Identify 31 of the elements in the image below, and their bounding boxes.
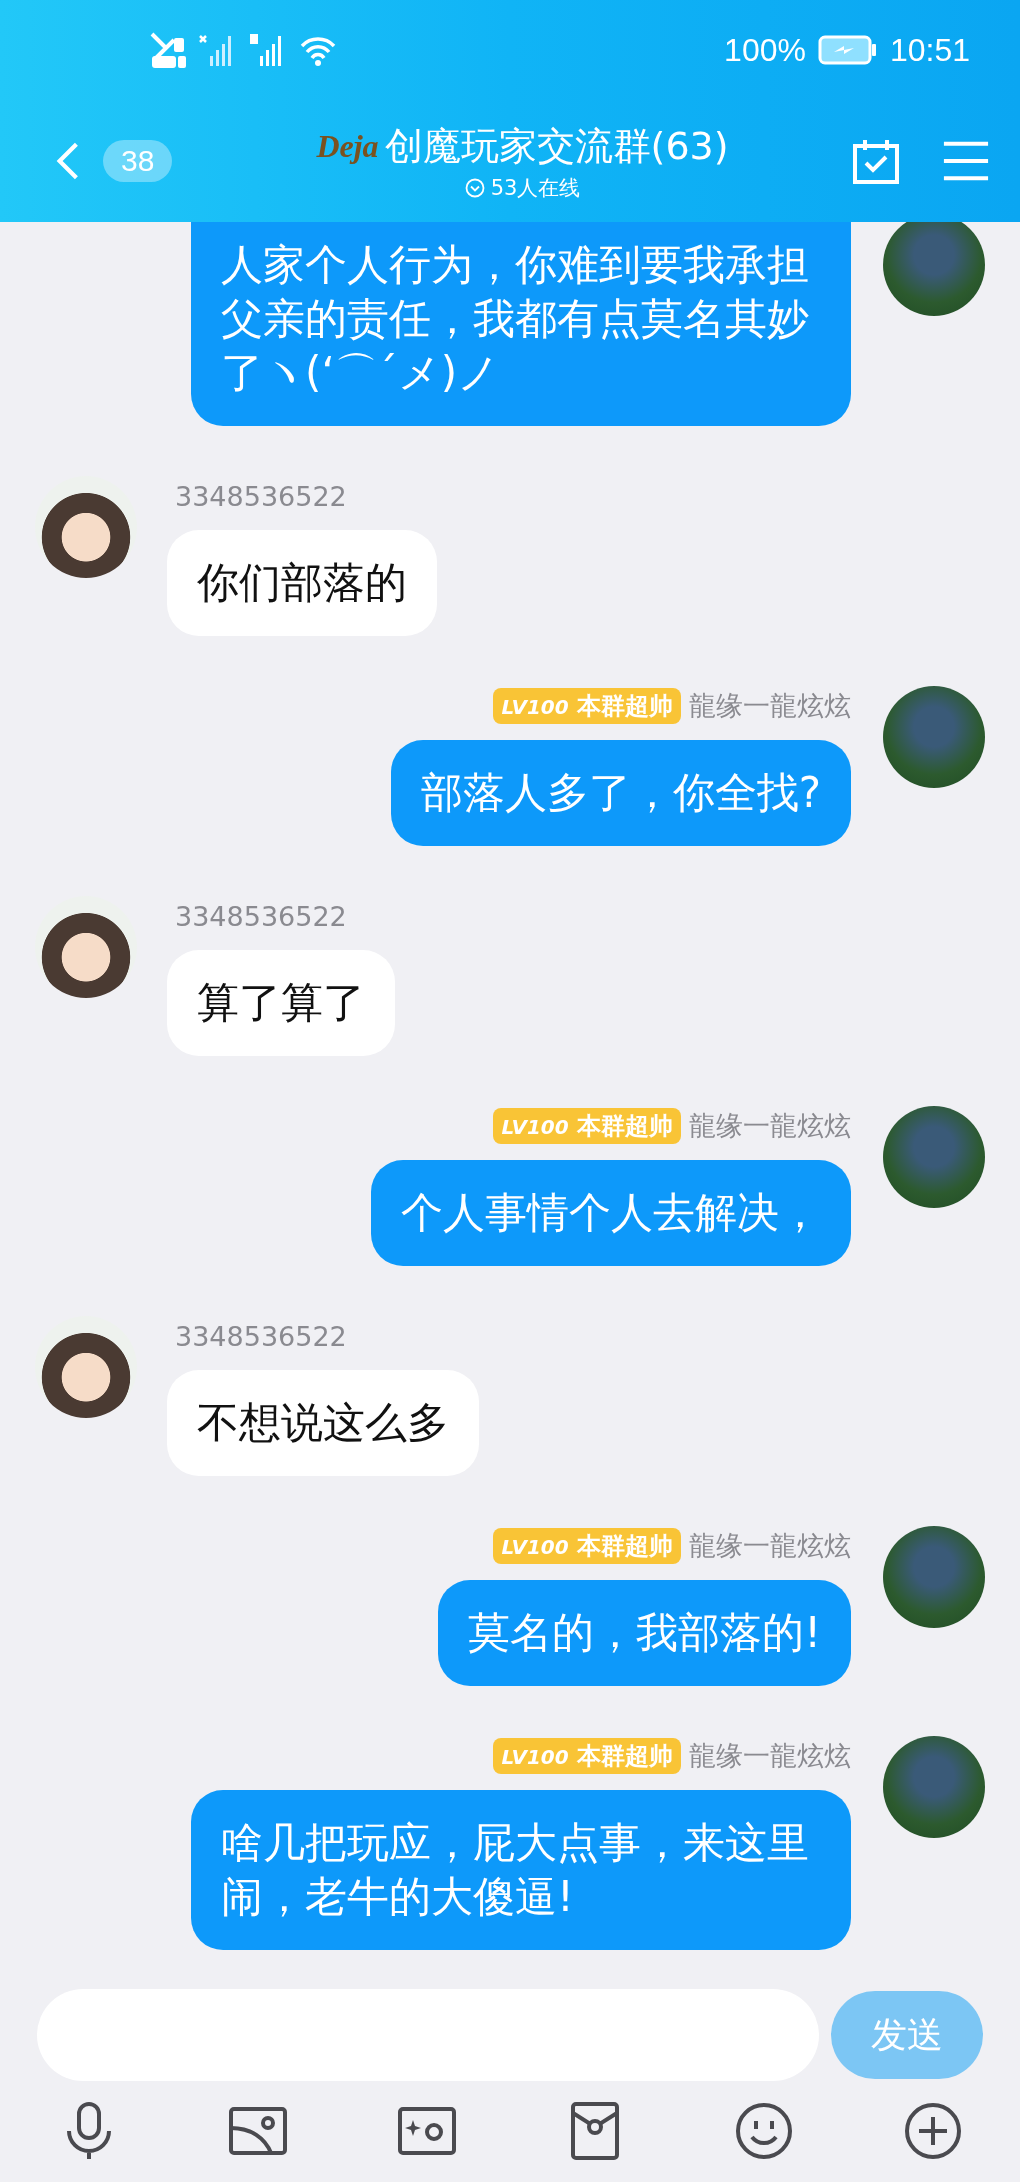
unread-count-badge[interactable]: 38 xyxy=(103,140,173,182)
emoji-icon[interactable] xyxy=(734,2101,795,2161)
send-button[interactable]: 发送 xyxy=(831,1991,983,2079)
member-title-badge: LV100 本群超帅 xyxy=(493,1738,681,1774)
sender-name: 3348536522 xyxy=(175,480,347,512)
message-bubble: 算了算了 xyxy=(167,950,395,1056)
sender-name: 龍缘一龍炫炫 xyxy=(689,1739,851,1773)
wifi-icon xyxy=(298,34,338,66)
message-bubble: 人家个人行为，你难到要我承担父亲的责任，我都有点莫名其妙了ヽ(‘⌒´メ)ノ xyxy=(191,222,851,426)
battery-percentage: 100% xyxy=(724,31,806,69)
battery-charging-icon xyxy=(817,35,878,65)
message-bubble: 部落人多了，你全找? xyxy=(390,740,851,846)
message-bubble: 你们部落的 xyxy=(167,530,437,636)
online-count: 53人在线 xyxy=(490,174,581,202)
group-title: 创魔玩家交流群(63) xyxy=(384,122,729,170)
group-logo-text: Deja xyxy=(316,127,379,165)
add-icon[interactable] xyxy=(903,2101,963,2161)
member-title-badge: LV100 本群超帅 xyxy=(493,1528,681,1564)
member-title-badge: LV100 本群超帅 xyxy=(493,1108,681,1144)
menu-icon[interactable] xyxy=(942,139,990,183)
sender-name: 3348536522 xyxy=(175,1320,347,1352)
message-bubble: 个人事情个人去解决， xyxy=(371,1160,851,1266)
sender-name: 龍缘一龍炫炫 xyxy=(689,1109,851,1143)
sender-name: 龍缘一龍炫炫 xyxy=(689,1529,851,1563)
message-bubble: 啥几把玩应，屁大点事，来这里闹，老牛的大傻逼! xyxy=(191,1790,851,1950)
sender-name: 龍缘一龍炫炫 xyxy=(689,689,851,723)
clock-time: 10:51 xyxy=(889,31,970,69)
sender-name: 3348536522 xyxy=(175,900,347,932)
message-bubble: 莫名的，我部落的! xyxy=(438,1580,851,1686)
message-bubble: 不想说这么多 xyxy=(167,1370,479,1476)
member-title-badge: LV100 本群超帅 xyxy=(493,688,681,724)
